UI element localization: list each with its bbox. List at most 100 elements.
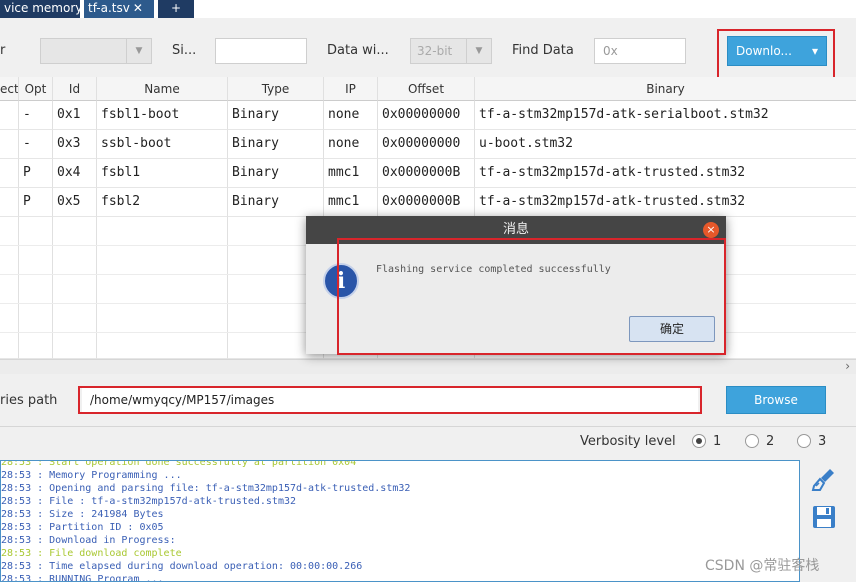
table-cell-id: 0x1	[53, 101, 97, 130]
table-cell-opt: -	[19, 130, 53, 159]
find-data-placeholder: 0x	[603, 44, 618, 58]
mode-select[interactable]: ▼	[40, 38, 152, 64]
table-cell-offset: 0x0000000B	[378, 159, 475, 188]
log-text: 28:53 : RUNNING Program ...	[1, 574, 164, 582]
table-cell-id: 0x5	[53, 188, 97, 217]
table-cell-binary: tf-a-stm32mp157d-atk-trusted.stm32	[475, 188, 856, 217]
watermark: CSDN @常驻客栈	[705, 558, 820, 574]
log-line: 28:53 : Opening and parsing file: tf-a-s…	[1, 482, 410, 495]
log-line: 28:53 : File : tf-a-stm32mp157d-atk-trus…	[1, 495, 296, 508]
horizontal-scrollbar[interactable]: ›	[0, 359, 856, 374]
table-cell-name: fsbl1	[97, 159, 228, 188]
table-cell-ip: mmc1	[324, 159, 378, 188]
verbosity-option-label: 3	[818, 434, 827, 449]
binaries-path-input[interactable]: /home/wmyqcy/MP157/images	[82, 388, 698, 412]
find-data-input[interactable]: 0x	[594, 38, 686, 64]
log-line: 28:53 : Time elapsed during download ope…	[1, 560, 362, 573]
column-header-type[interactable]: Type	[228, 77, 324, 101]
log-text: 28:53 : Start operation done successfull…	[1, 460, 357, 468]
column-header-binary[interactable]: Binary	[475, 77, 856, 101]
chevron-right-icon[interactable]: ›	[845, 359, 850, 373]
log-line: 28:53 : Start operation done successfull…	[1, 460, 357, 469]
chevron-down-icon: ▼	[466, 39, 491, 63]
close-icon[interactable]: ✕	[132, 0, 144, 16]
plus-icon: +	[170, 1, 182, 15]
column-header-name[interactable]: Name	[97, 77, 228, 101]
log-text: 28:53 : Opening and parsing file: tf-a-s…	[1, 483, 411, 494]
table-cell-name: fsbl2	[97, 188, 228, 217]
table-cell-binary: u-boot.stm32	[475, 130, 856, 159]
log-line: 28:53 : RUNNING Program ...	[1, 573, 164, 582]
log-line: 28:53 : Size : 241984 Bytes	[1, 508, 164, 521]
add-tab-button[interactable]: +	[158, 0, 194, 18]
column-header-select[interactable]: ect	[0, 77, 19, 101]
column-header-id[interactable]: Id	[53, 77, 97, 101]
table-cell-id: 0x4	[53, 159, 97, 188]
clear-log-brush-icon[interactable]	[810, 466, 838, 494]
table-cell-type: Binary	[228, 130, 324, 159]
table-cell-ip: none	[324, 101, 378, 130]
empty-rows	[19, 217, 53, 359]
column-header-ip[interactable]: IP	[324, 77, 378, 101]
table-cell-binary: tf-a-stm32mp157d-atk-serialboot.stm32	[475, 101, 856, 130]
table-cell-select[interactable]	[0, 188, 19, 217]
table-cell-type: Binary	[228, 101, 324, 130]
data-width-value: 32-bit	[417, 44, 453, 58]
browse-button[interactable]: Browse	[726, 386, 826, 414]
log-console[interactable]: 28:53 : Start operation done successfull…	[0, 460, 800, 582]
verbosity-option-label: 2	[766, 434, 775, 449]
log-line: 28:53 : Partition ID : 0x05	[1, 521, 164, 534]
table-cell-opt: P	[19, 188, 53, 217]
log-text: 28:53 : Download in Progress:	[1, 535, 176, 546]
tab-label: vice memory	[4, 1, 80, 15]
table-cell-select[interactable]	[0, 101, 19, 130]
highlight-box-path: /home/wmyqcy/MP157/images	[78, 386, 702, 414]
log-text: 28:53 : File : tf-a-stm32mp157d-atk-trus…	[1, 496, 297, 507]
empty-rows	[0, 217, 19, 359]
verbosity-radio-3[interactable]	[797, 434, 811, 448]
empty-rows	[53, 217, 97, 359]
table-cell-offset: 0x00000000	[378, 130, 475, 159]
log-line: 28:53 : Download in Progress:	[1, 534, 176, 547]
column-header-opt[interactable]: Opt	[19, 77, 53, 101]
verbosity-label: Verbosity level	[580, 434, 676, 449]
log-line: 28:53 : Memory Programming ...	[1, 469, 182, 482]
table-cell-binary: tf-a-stm32mp157d-atk-trusted.stm32	[475, 159, 856, 188]
table-cell-type: Binary	[228, 159, 324, 188]
log-text: 28:53 : Size : 241984 Bytes	[1, 509, 164, 520]
toolbar: r ▼ Si... Data wi... 32-bit ▼ Find Data 0…	[0, 18, 856, 86]
log-text: 28:53 : Partition ID : 0x05	[1, 522, 164, 533]
column-header-offset[interactable]: Offset	[378, 77, 475, 101]
tab-tf-a-tsv[interactable]: tf-a.tsv ✕	[84, 0, 154, 18]
data-width-label: Data wi...	[327, 43, 389, 58]
log-line: 28:53 : File download complete	[1, 547, 182, 560]
table-cell-ip: mmc1	[324, 188, 378, 217]
table-cell-ip: none	[324, 130, 378, 159]
table-cell-select[interactable]	[0, 130, 19, 159]
find-data-label: Find Data	[512, 43, 574, 58]
tab-device-memory[interactable]: vice memory	[0, 0, 80, 18]
save-log-icon[interactable]	[810, 503, 838, 531]
table-cell-opt: -	[19, 101, 53, 130]
binaries-path-label: ries path	[0, 393, 58, 408]
table-cell-offset: 0x00000000	[378, 101, 475, 130]
dialog-title: 消息	[502, 222, 529, 237]
highlight-box-dialog	[337, 238, 726, 355]
verbosity-radio-2[interactable]	[745, 434, 759, 448]
table-cell-select[interactable]	[0, 159, 19, 188]
log-text: 28:53 : File download complete	[1, 548, 182, 559]
data-width-select[interactable]: 32-bit ▼	[410, 38, 492, 64]
empty-rows	[97, 217, 228, 359]
log-text: 28:53 : Time elapsed during download ope…	[1, 561, 363, 572]
table-cell-name: ssbl-boot	[97, 130, 228, 159]
close-icon[interactable]: ×	[703, 222, 719, 238]
tab-bar: vice memory tf-a.tsv ✕ +	[0, 0, 856, 18]
size-label: Si...	[172, 43, 197, 58]
divider	[0, 426, 856, 427]
table-cell-type: Binary	[228, 188, 324, 217]
size-input[interactable]	[215, 38, 307, 64]
table-cell-name: fsbl1-boot	[97, 101, 228, 130]
verbosity-radio-1[interactable]	[692, 434, 706, 448]
chevron-down-icon[interactable]: ▾	[812, 37, 818, 65]
download-button[interactable]: Downlo... ▾	[727, 36, 827, 66]
